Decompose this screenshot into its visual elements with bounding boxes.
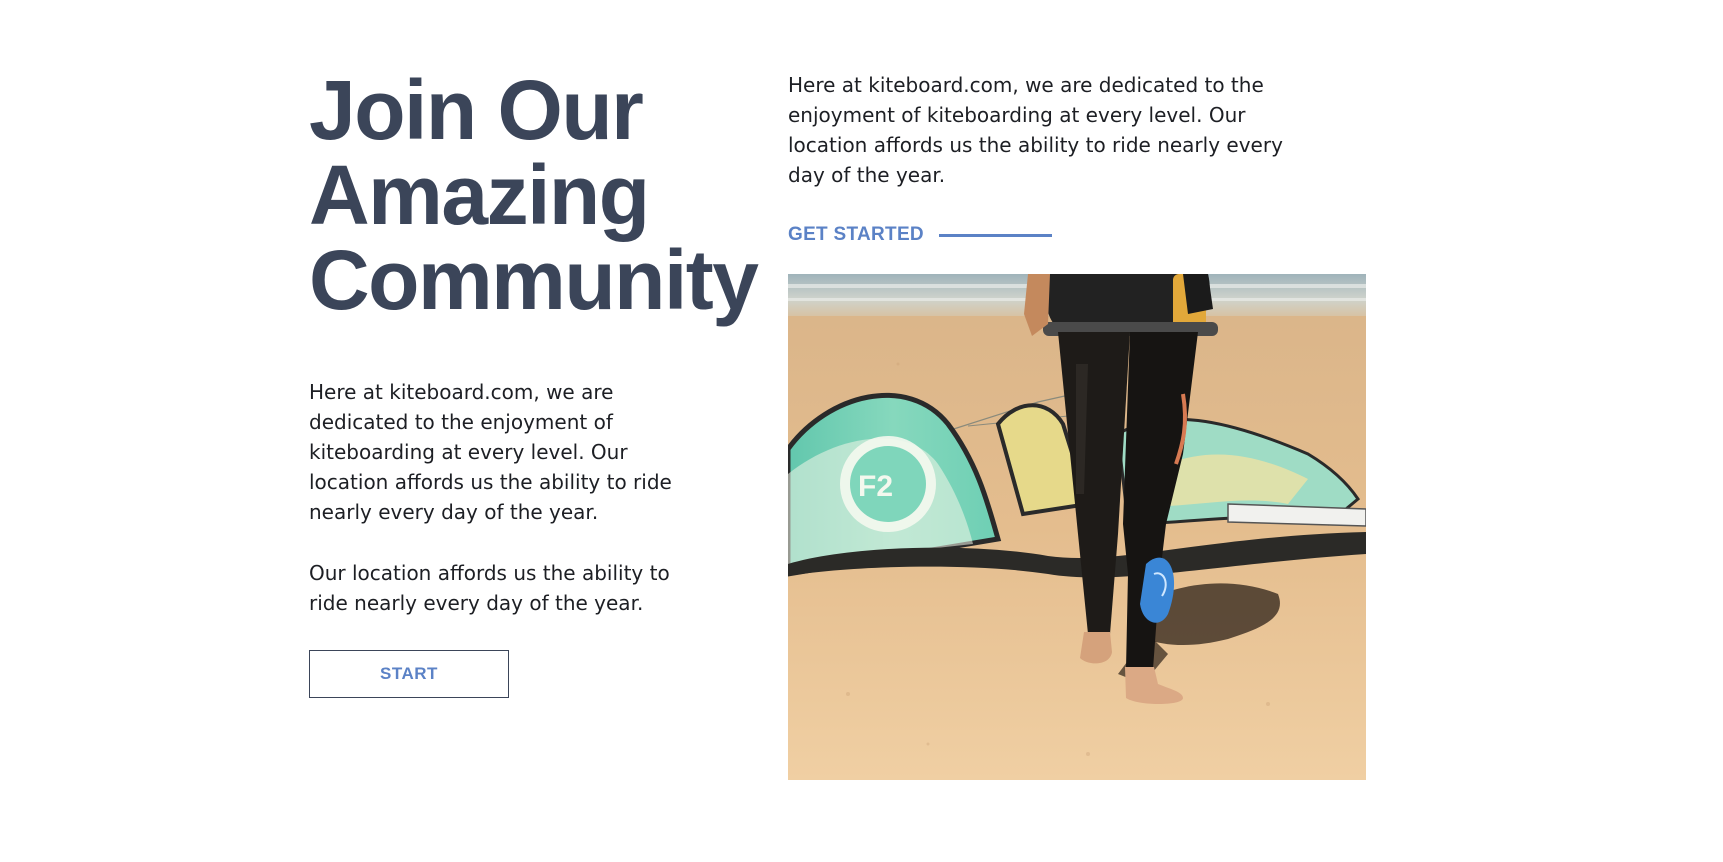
cta-underline-decoration <box>938 233 1052 237</box>
intro-column: Join Our Amazing Community Here at kiteb… <box>309 68 759 698</box>
location-paragraph: Our location affords us the ability to r… <box>309 561 670 615</box>
page-title: Join Our Amazing Community <box>309 68 759 323</box>
feature-column: Here at kiteboard.com, we are dedicated … <box>788 70 1368 780</box>
page-title-line-2: Amazing <box>309 148 650 242</box>
kiteboarder-on-beach-photo: F2 <box>788 274 1366 780</box>
get-started-link[interactable]: GET STARTED <box>788 224 1368 246</box>
page-title-line-3: Community <box>309 233 759 327</box>
svg-text:F2: F2 <box>858 470 893 503</box>
intro-paragraph: Here at kiteboard.com, we are dedicated … <box>309 380 672 524</box>
start-button[interactable]: START <box>309 650 509 698</box>
start-button-label: START <box>380 664 438 683</box>
page-title-line-1: Join Our <box>309 63 644 157</box>
get-started-label: GET STARTED <box>788 224 924 245</box>
feature-paragraph: Here at kiteboard.com, we are dedicated … <box>788 73 1283 187</box>
